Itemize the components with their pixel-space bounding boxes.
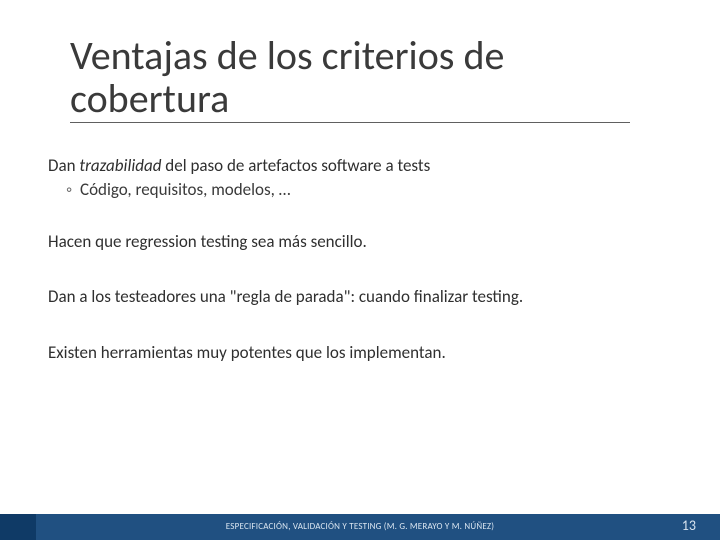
slide-title: Ventajas de los criterios de cobertura bbox=[70, 34, 630, 123]
text: del paso de artefactos software a tests bbox=[161, 155, 430, 176]
text: Dan bbox=[48, 155, 79, 176]
page-number: 13 bbox=[682, 514, 696, 540]
bullet-3: Dan a los testeadores una "regla de para… bbox=[48, 286, 668, 308]
bullet-1: Dan trazabilidad del paso de artefactos … bbox=[48, 155, 668, 177]
sub-bullet-1: Código, requisitos, modelos, … bbox=[66, 179, 668, 201]
bullet-2: Hacen que regression testing sea más sen… bbox=[48, 231, 668, 253]
bullet-4: Existen herramientas muy potentes que lo… bbox=[48, 342, 668, 364]
footer-text: ESPECIFICACIÓN, VALIDACIÓN Y TESTING (M.… bbox=[0, 514, 720, 540]
italic-text: trazabilidad bbox=[79, 155, 161, 176]
slide-body: Dan trazabilidad del paso de artefactos … bbox=[48, 155, 668, 398]
slide: Ventajas de los criterios de cobertura D… bbox=[0, 0, 720, 540]
